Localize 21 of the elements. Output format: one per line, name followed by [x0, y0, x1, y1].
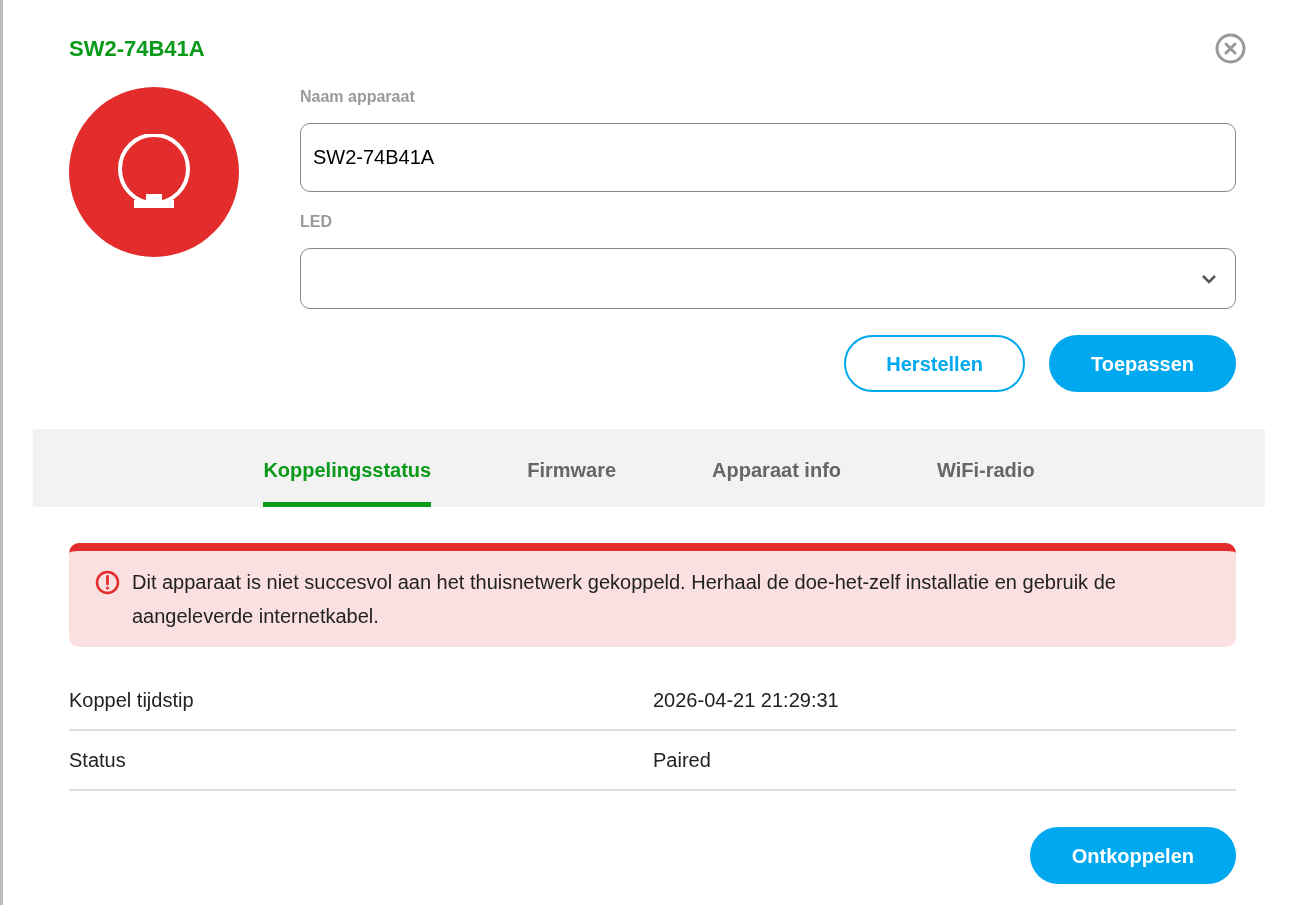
tab[interactable]: WiFi-radio	[889, 429, 1083, 507]
detail-label: Status	[69, 748, 127, 773]
reset-button[interactable]: Herstellen	[844, 335, 1025, 392]
chevron-down-icon	[1201, 273, 1217, 284]
field-label: LED	[300, 212, 333, 232]
tab[interactable]: Koppelingsstatus	[215, 429, 480, 507]
alert-message: Dit apparaat is niet succesvol aan het thuisnetwerk gekoppeld. Herhaal de doe-het-zelf installatie en gebruik de aangeleverde internetkabel.	[132, 570, 1117, 629]
field-label: Naam apparaat	[300, 87, 416, 107]
apply-button[interactable]: Toepassen	[1049, 335, 1236, 392]
tab[interactable]: Firmware	[479, 429, 665, 507]
dialog-title: SW2-74B41A	[69, 36, 205, 63]
disconnect-button[interactable]: Ontkoppelen	[1029, 827, 1236, 884]
detail-label: Koppel tijdstip	[69, 688, 195, 713]
detail-value: Paired	[653, 748, 711, 773]
detail-value: 2026-04-21 21:29:31	[653, 688, 839, 713]
led-select[interactable]	[300, 248, 1236, 309]
warning-icon	[95, 570, 120, 595]
name-input[interactable]: SW2-74B41A	[300, 123, 1236, 192]
device-icon	[116, 134, 192, 210]
close-icon[interactable]	[1215, 33, 1246, 64]
tab[interactable]: Apparaat info	[664, 429, 889, 507]
